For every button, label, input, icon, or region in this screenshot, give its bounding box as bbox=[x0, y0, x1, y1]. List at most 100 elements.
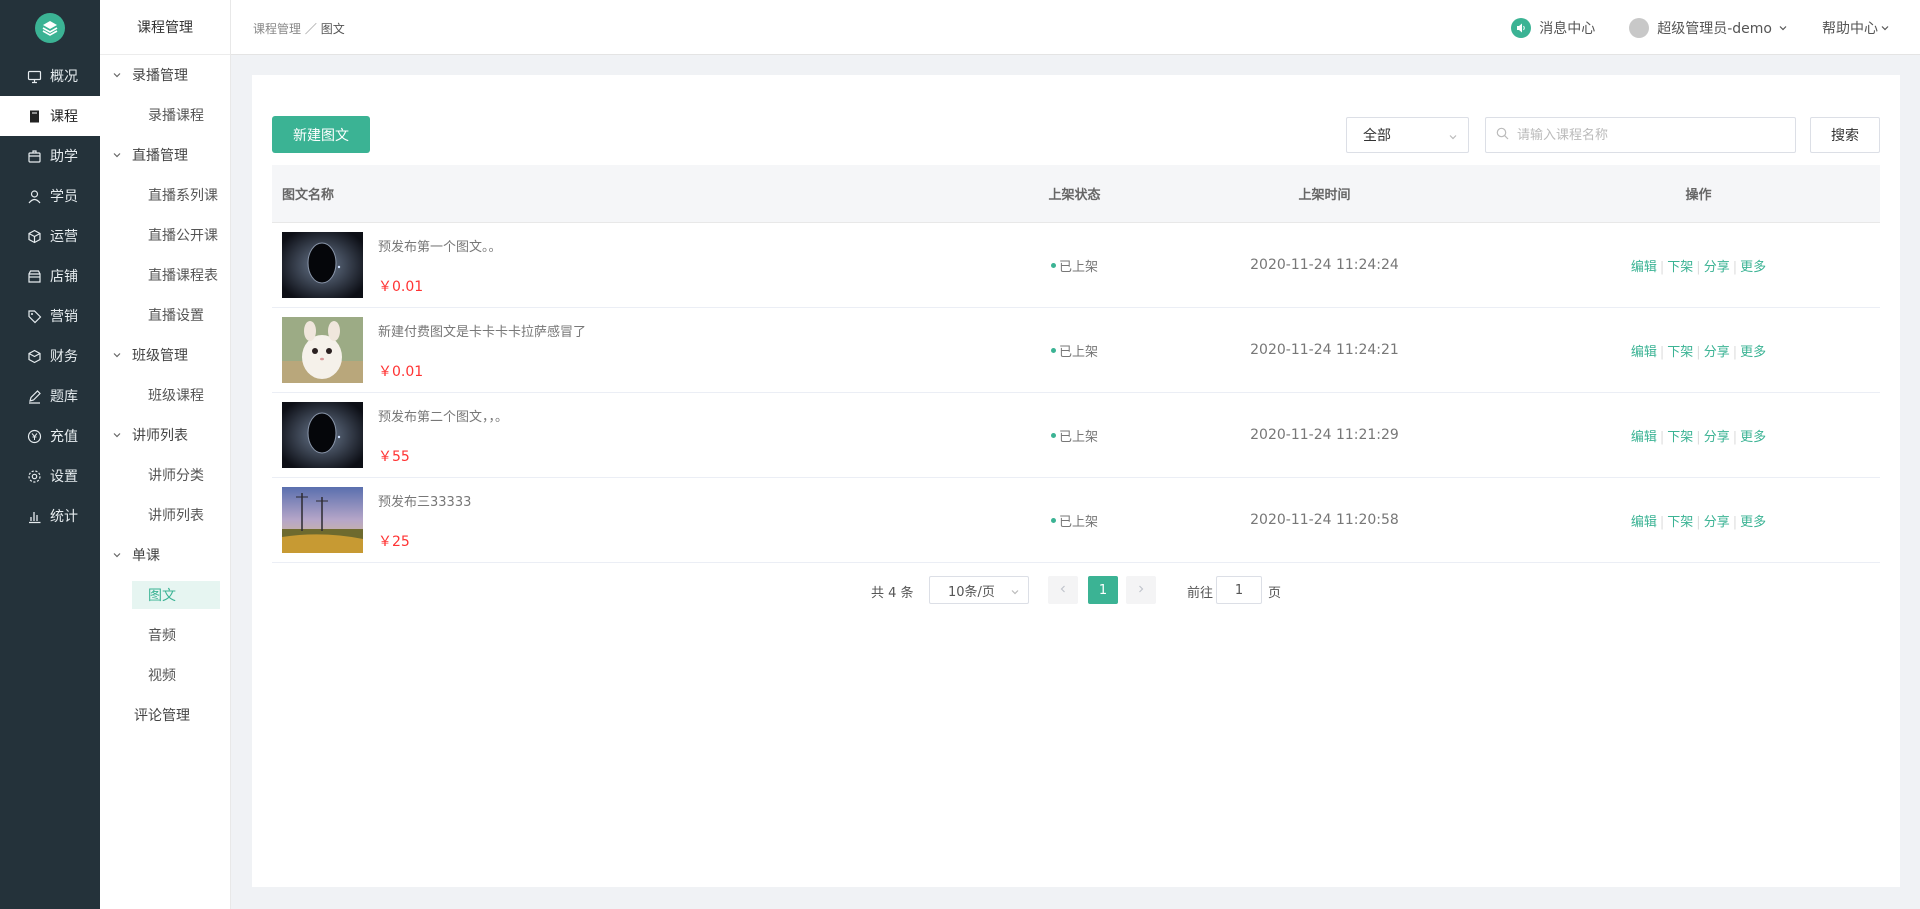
nav-item-9[interactable]: 充值 bbox=[0, 416, 100, 456]
table-row: 预发布三33333 ￥25 已上架 2020-11-24 11:20:58 编辑 | 下架 |… bbox=[272, 478, 1880, 563]
book-icon bbox=[26, 108, 42, 124]
help-center-label: 帮助中心 bbox=[1822, 20, 1878, 37]
status-filter-select[interactable]: 全部 bbox=[1346, 117, 1469, 153]
page-size-select[interactable]: 10条/页 bbox=[929, 576, 1029, 604]
nav-item-10[interactable]: 设置 bbox=[0, 456, 100, 496]
row-action-1[interactable]: 下架 bbox=[1667, 515, 1693, 530]
goto-label: 前往 bbox=[1187, 586, 1214, 601]
space-thumbnail bbox=[282, 232, 363, 298]
logo-icon bbox=[35, 13, 65, 43]
subnav-group-4[interactable]: 单课 bbox=[100, 535, 230, 575]
article-title[interactable]: 预发布三33333 bbox=[378, 491, 471, 510]
user-icon bbox=[26, 188, 42, 204]
article-price: ￥0.01 bbox=[378, 364, 424, 380]
action-separator: | bbox=[1696, 429, 1701, 445]
subnav-item-1-1[interactable]: 直播公开课 bbox=[100, 215, 230, 255]
page-size-value: 10条/页 bbox=[948, 584, 995, 600]
row-action-2[interactable]: 分享 bbox=[1704, 430, 1730, 445]
subnav-item-1-0[interactable]: 直播系列课 bbox=[100, 175, 230, 215]
page-number-button[interactable]: 1 bbox=[1088, 576, 1118, 604]
subnav-item-3-1[interactable]: 讲师列表 bbox=[100, 495, 230, 535]
chevron-right-icon bbox=[1136, 582, 1146, 598]
breadcrumb-separator: ／ bbox=[304, 22, 317, 36]
article-title[interactable]: 预发布第二个图文，，。 bbox=[378, 406, 508, 425]
monitor-icon bbox=[26, 68, 42, 84]
article-price: ￥0.01 bbox=[378, 279, 424, 295]
nav-item-5[interactable]: 店铺 bbox=[0, 256, 100, 296]
subnav-group-1[interactable]: 直播管理 bbox=[100, 135, 230, 175]
col-header-name: 图文名称 bbox=[282, 188, 335, 203]
nav-item-3[interactable]: 学员 bbox=[0, 176, 100, 216]
subnav-item-0-0[interactable]: 录播课程 bbox=[100, 95, 230, 135]
row-action-0[interactable]: 编辑 bbox=[1631, 515, 1657, 530]
nav-item-4[interactable]: 运营 bbox=[0, 216, 100, 256]
user-name: 超级管理员-demo bbox=[1657, 20, 1772, 37]
subnav-item-1-3[interactable]: 直播设置 bbox=[100, 295, 230, 335]
nav-item-1[interactable]: 课程 bbox=[0, 96, 100, 136]
goto-page-input[interactable] bbox=[1216, 576, 1262, 604]
nav-item-label: 课程 bbox=[50, 109, 78, 125]
subnav-group-label: 班级管理 bbox=[132, 348, 188, 364]
subnav-item-4-2[interactable]: 视频 bbox=[100, 655, 230, 695]
course-sidebar: 课程管理 录播管理 录播课程 直播管理 直播系列课 直播公开课 直播课程表 直播设置 班级管理… bbox=[100, 0, 231, 909]
search-button[interactable]: 搜索 bbox=[1810, 117, 1880, 153]
status-cell: 已上架 bbox=[1017, 511, 1132, 530]
row-action-1[interactable]: 下架 bbox=[1667, 345, 1693, 360]
search-input[interactable] bbox=[1517, 127, 1787, 143]
app-logo[interactable] bbox=[0, 0, 100, 56]
article-title[interactable]: 新建付费图文是卡卡卡卡拉萨感冒了 bbox=[378, 321, 586, 340]
search-icon bbox=[1496, 127, 1509, 144]
time-cell: 2020-11-24 11:20:58 bbox=[1132, 512, 1517, 528]
row-action-3[interactable]: 更多 bbox=[1740, 515, 1766, 530]
subnav-group-3[interactable]: 讲师列表 bbox=[100, 415, 230, 455]
subnav-item-2-0[interactable]: 班级课程 bbox=[100, 375, 230, 415]
speaker-icon bbox=[1511, 17, 1532, 38]
row-action-2[interactable]: 分享 bbox=[1704, 260, 1730, 275]
next-page-button[interactable] bbox=[1126, 576, 1156, 604]
subnav-item-3-0[interactable]: 讲师分类 bbox=[100, 455, 230, 495]
box-icon bbox=[26, 148, 42, 164]
nav-item-0[interactable]: 概况 bbox=[0, 56, 100, 96]
subnav-item-1-2[interactable]: 直播课程表 bbox=[100, 255, 230, 295]
message-center-button[interactable]: 消息中心 bbox=[1511, 17, 1595, 38]
row-action-0[interactable]: 编辑 bbox=[1631, 430, 1657, 445]
row-action-0[interactable]: 编辑 bbox=[1631, 345, 1657, 360]
pagination: 共 4 条 10条/页 1 前往 页 bbox=[252, 575, 1900, 605]
subnav-item-4-0[interactable]: 图文 bbox=[132, 581, 220, 609]
row-action-3[interactable]: 更多 bbox=[1740, 260, 1766, 275]
nav-item-8[interactable]: 题库 bbox=[0, 376, 100, 416]
tag-icon bbox=[26, 308, 42, 324]
subnav-group-2[interactable]: 班级管理 bbox=[100, 335, 230, 375]
help-center-menu[interactable]: 帮助中心 bbox=[1822, 18, 1890, 38]
breadcrumb-parent[interactable]: 课程管理 bbox=[253, 22, 301, 36]
article-cell: 新建付费图文是卡卡卡卡拉萨感冒了 ￥0.01 bbox=[272, 317, 1017, 383]
time-cell: 2020-11-24 11:24:21 bbox=[1132, 342, 1517, 358]
row-action-3[interactable]: 更多 bbox=[1740, 430, 1766, 445]
bar-chart-icon bbox=[26, 508, 42, 524]
pen-icon bbox=[26, 388, 42, 404]
subnav-group-0[interactable]: 录播管理 bbox=[100, 55, 230, 95]
create-article-button[interactable]: 新建图文 bbox=[272, 116, 370, 153]
row-action-3[interactable]: 更多 bbox=[1740, 345, 1766, 360]
nav-item-label: 店铺 bbox=[50, 269, 78, 285]
prev-page-button[interactable] bbox=[1048, 576, 1078, 604]
nav-item-7[interactable]: 财务 bbox=[0, 336, 100, 376]
article-title[interactable]: 预发布第一个图文。。 bbox=[378, 236, 502, 255]
action-separator: | bbox=[1696, 344, 1701, 360]
status-badge: 已上架 bbox=[1058, 344, 1098, 360]
col-header-ops: 操作 bbox=[1685, 188, 1712, 203]
subnav-comments[interactable]: 评论管理 bbox=[100, 695, 230, 735]
action-separator: | bbox=[1696, 259, 1701, 275]
row-action-2[interactable]: 分享 bbox=[1704, 345, 1730, 360]
nav-item-2[interactable]: 助学 bbox=[0, 136, 100, 176]
user-menu[interactable]: 超级管理员-demo bbox=[1629, 17, 1788, 38]
row-action-0[interactable]: 编辑 bbox=[1631, 260, 1657, 275]
breadcrumb: 课程管理 ／ 图文 bbox=[253, 20, 345, 37]
row-action-1[interactable]: 下架 bbox=[1667, 430, 1693, 445]
nav-item-11[interactable]: 统计 bbox=[0, 496, 100, 536]
row-action-1[interactable]: 下架 bbox=[1667, 260, 1693, 275]
landscape-thumbnail bbox=[282, 487, 363, 553]
nav-item-6[interactable]: 营销 bbox=[0, 296, 100, 336]
subnav-item-4-1[interactable]: 音频 bbox=[100, 615, 230, 655]
row-action-2[interactable]: 分享 bbox=[1704, 515, 1730, 530]
